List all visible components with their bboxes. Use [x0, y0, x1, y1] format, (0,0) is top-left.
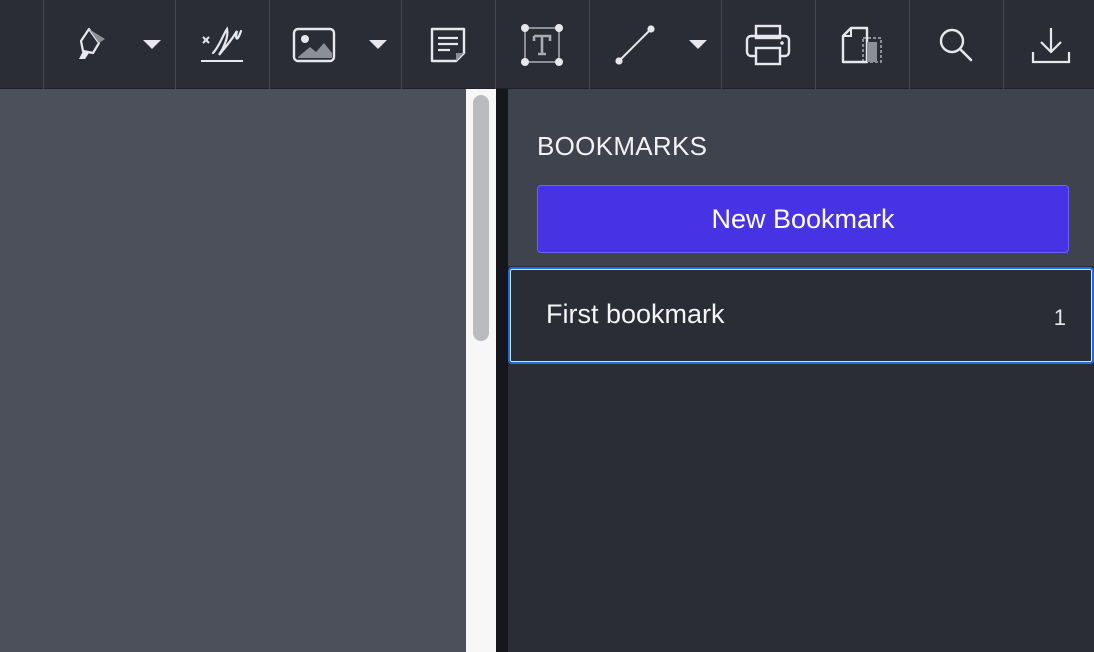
- signature-button[interactable]: [192, 0, 250, 89]
- line-icon: [615, 24, 655, 65]
- toolbar-separator: [721, 0, 722, 89]
- download-button[interactable]: [1022, 0, 1080, 89]
- text-box-icon: [521, 23, 563, 66]
- copy-page-icon: [841, 26, 882, 63]
- line-dropdown-caret[interactable]: [689, 40, 707, 49]
- signature-icon: [201, 25, 243, 62]
- toolbar-separator: [495, 0, 496, 89]
- bookmark-page-number: 1: [1053, 305, 1066, 330]
- toolbar-separator: [909, 0, 910, 89]
- note-icon: [430, 27, 466, 62]
- text-box-button[interactable]: [514, 0, 570, 89]
- download-icon: [1031, 27, 1071, 63]
- toolbar-separator: [589, 0, 590, 89]
- toolbar-separator: [43, 0, 44, 89]
- toolbar-separator: [175, 0, 176, 89]
- line-button[interactable]: [606, 0, 664, 89]
- print-button[interactable]: [740, 0, 796, 89]
- toolbar-separator: [1003, 0, 1004, 89]
- document-viewport[interactable]: [0, 89, 466, 652]
- bookmarks-panel: BOOKMARKS New Bookmark First bookmark 1: [508, 89, 1094, 652]
- image-dropdown-caret[interactable]: [369, 40, 387, 49]
- bookmarks-panel-header: BOOKMARKS New Bookmark: [508, 89, 1094, 266]
- toolbar-separator: [401, 0, 402, 89]
- search-button[interactable]: [928, 0, 984, 89]
- bookmark-label: First bookmark: [546, 299, 725, 329]
- highlighter-icon: [79, 27, 105, 59]
- highlighter-dropdown-caret[interactable]: [143, 40, 161, 49]
- bookmark-item[interactable]: First bookmark 1: [508, 267, 1094, 364]
- new-bookmark-button[interactable]: New Bookmark: [537, 185, 1069, 253]
- toolbar: [0, 0, 1094, 89]
- highlighter-button[interactable]: [62, 0, 120, 89]
- bookmarks-title: BOOKMARKS: [537, 131, 708, 161]
- panel-divider: [496, 89, 508, 652]
- image-icon: [292, 27, 336, 62]
- note-button[interactable]: [420, 0, 476, 89]
- image-button[interactable]: [287, 0, 341, 89]
- toolbar-separator: [815, 0, 816, 89]
- toolbar-separator: [269, 0, 270, 89]
- printer-icon: [745, 24, 791, 65]
- search-icon: [939, 28, 973, 61]
- copy-page-button[interactable]: [834, 0, 890, 89]
- scrollbar-thumb[interactable]: [473, 95, 489, 341]
